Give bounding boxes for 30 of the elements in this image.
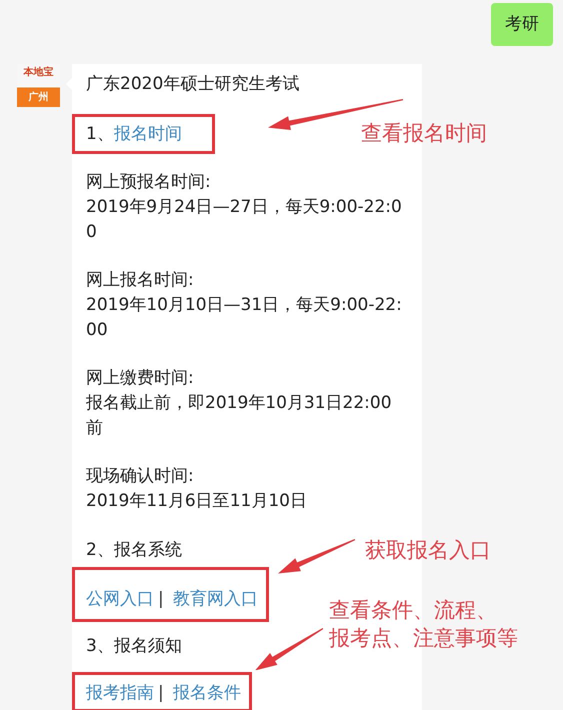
entry-text: 0 (86, 221, 98, 244)
link[interactable]: 教育网入口 (173, 589, 258, 609)
avatar-brand: 本地宝 (24, 67, 54, 79)
avatar-city: 广州 (28, 90, 48, 105)
section-heading: 3、报名须知 (86, 635, 182, 658)
entry-text: 2019年11月6日至11月10日 (86, 490, 307, 513)
link[interactable]: 报名条件 (173, 683, 242, 703)
annotation-text: 查看条件、流程、 (329, 597, 498, 624)
entry-label: 网上报名时间: (86, 269, 195, 292)
section-link[interactable]: 报名时间 (114, 124, 182, 144)
section-heading: 2、报名系统 (86, 539, 182, 562)
annotation-text: 报考点、注意事项等 (329, 625, 518, 652)
annotation-arrow (255, 628, 324, 670)
separator: | (158, 683, 164, 703)
separator: | (158, 589, 164, 609)
entry-label: 现场确认时间: (86, 465, 195, 488)
section-number: 1、 (86, 124, 114, 144)
message-bubble: 考研 (491, 3, 553, 46)
link[interactable]: 报考指南 (86, 683, 154, 703)
entry-text: 报名截止前，即2019年10月31日22:00 (86, 392, 392, 415)
message-title: 广东2020年硕士研究生考试 (86, 73, 300, 96)
annotation-text: 查看报名时间 (361, 120, 487, 147)
entry-text: 前 (86, 417, 104, 440)
entry-text: 2019年10月10日—31日，每天9:00-22: (86, 294, 402, 317)
entry-label: 网上预报名时间: (86, 171, 212, 194)
entry-label: 网上缴费时间: (86, 367, 195, 390)
annotation-text: 获取报名入口 (365, 537, 491, 564)
link[interactable]: 公网入口 (86, 589, 154, 609)
entry-text: 00 (86, 319, 109, 342)
entry-text: 2019年9月24日—27日，每天9:00-22:0 (86, 196, 402, 219)
